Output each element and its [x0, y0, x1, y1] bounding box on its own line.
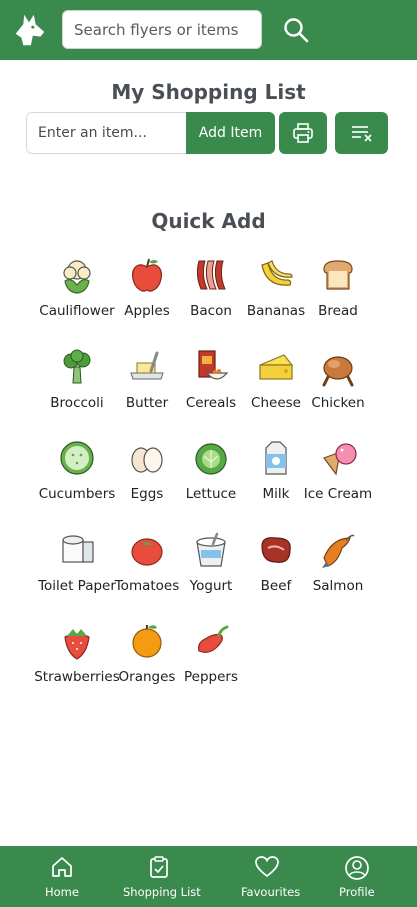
chicken-icon: [322, 355, 354, 386]
print-button[interactable]: [279, 112, 327, 154]
bacon-icon: [196, 260, 226, 290]
nav-favourites[interactable]: Favourites: [238, 846, 301, 907]
beef-icon: [261, 536, 291, 563]
nav-shopping-list[interactable]: Shopping List: [120, 846, 201, 907]
clipboard-check-icon: [150, 856, 168, 878]
quick-add-cucumber[interactable]: Cucumbers: [38, 438, 116, 518]
quick-add-label: Peppers: [184, 669, 238, 685]
eggs-icon: [131, 447, 163, 473]
yogurt-icon: [196, 532, 226, 567]
heart-icon: [255, 856, 279, 878]
quick-add-cauliflower[interactable]: Cauliflower: [38, 255, 116, 335]
cereal-icon: [198, 349, 229, 380]
cucumber-icon: [60, 441, 94, 475]
user-icon: [345, 856, 369, 880]
top-bar: [0, 0, 417, 60]
nav-profile[interactable]: Profile: [336, 846, 380, 907]
quick-add-label: Ice Cream: [303, 486, 373, 502]
apple-icon: [132, 258, 162, 292]
pepper-icon: [198, 625, 229, 653]
nav-favourites-label: Favourites: [241, 885, 301, 899]
printer-icon: [293, 123, 313, 143]
search-icon[interactable]: [282, 16, 310, 44]
shopping-list-title: My Shopping List: [111, 80, 306, 104]
milk-icon: [265, 441, 287, 475]
add-item-button[interactable]: Add Item: [186, 112, 275, 154]
home-icon: [52, 857, 72, 877]
quick-add-ice-cream[interactable]: Ice Cream: [299, 438, 377, 518]
orange-icon: [132, 625, 162, 658]
nav-home[interactable]: Home: [40, 846, 84, 907]
quick-add-chicken[interactable]: Chicken: [299, 347, 377, 427]
quick-add-salmon[interactable]: Salmon: [299, 530, 377, 610]
search-input[interactable]: [62, 10, 262, 49]
broccoli-icon: [63, 349, 91, 383]
cheese-icon: [259, 353, 294, 380]
bread-icon: [323, 260, 353, 290]
quick-add-label: Salmon: [312, 577, 364, 594]
item-input[interactable]: [26, 112, 188, 154]
quick-add-label: Bread: [318, 303, 358, 319]
banana-icon: [261, 260, 293, 286]
quick-add-title: Quick Add: [151, 209, 266, 233]
tomato-icon: [131, 537, 163, 566]
dog-logo-icon[interactable]: [10, 11, 48, 49]
clear-list-icon: [351, 126, 372, 142]
quick-add-label: Chicken: [311, 394, 365, 411]
lettuce-icon: [195, 443, 227, 475]
clear-list-button[interactable]: [335, 112, 388, 154]
cauliflower-icon: [63, 260, 91, 294]
quick-add-strawberry[interactable]: Strawberries: [34, 621, 120, 701]
quick-add-pepper[interactable]: Peppers: [172, 621, 250, 701]
salmon-icon: [322, 534, 355, 568]
butter-icon: [130, 351, 164, 379]
nav-shopping-list-label: Shopping List: [123, 885, 201, 899]
quick-add-bread[interactable]: Bread: [299, 255, 377, 335]
quick-add-toilet-paper[interactable]: Toilet Paper: [38, 530, 116, 610]
bottom-nav: Home Shopping List Favourites Profile: [0, 846, 417, 907]
quick-add-broccoli[interactable]: Broccoli: [38, 347, 116, 427]
nav-home-label: Home: [45, 885, 79, 899]
ice-cream-icon: [323, 443, 357, 476]
toilet-paper-icon: [62, 534, 94, 563]
strawberry-icon: [64, 629, 90, 660]
nav-profile-label: Profile: [339, 885, 375, 899]
